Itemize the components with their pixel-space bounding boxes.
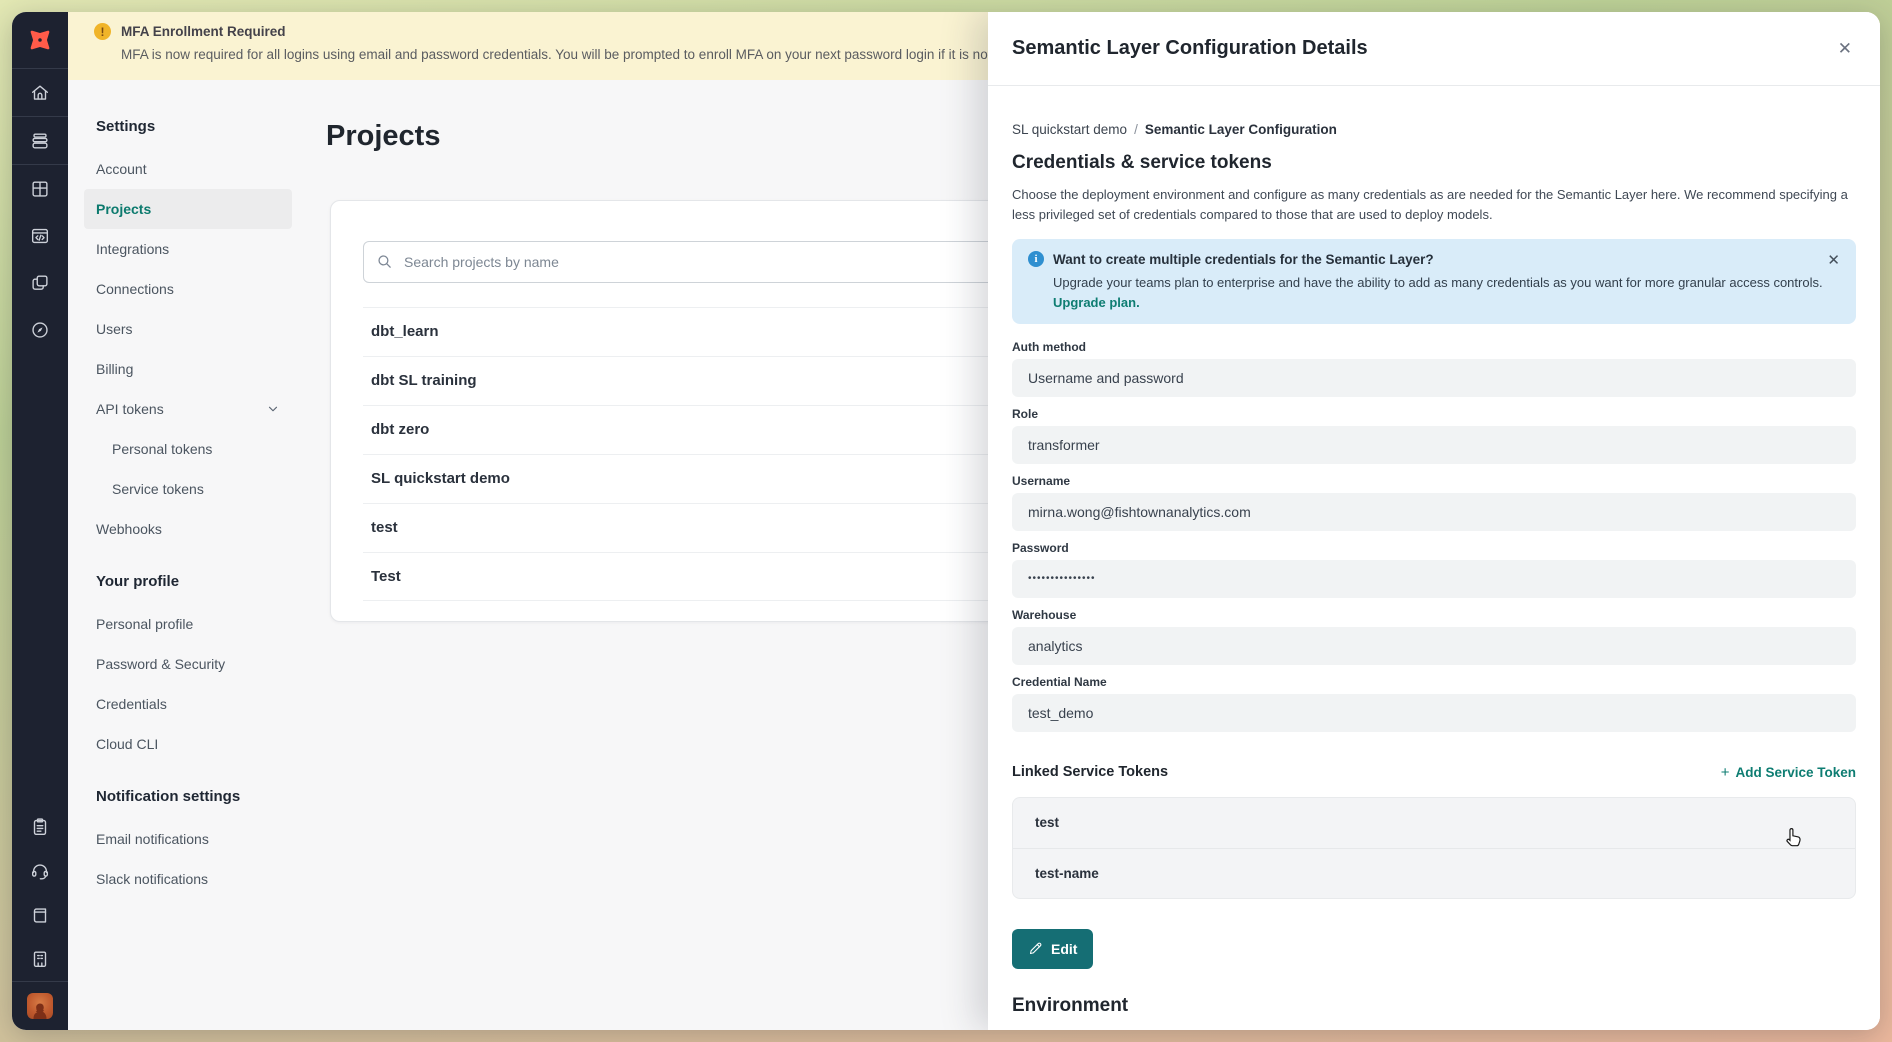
field-label: Username (1012, 474, 1856, 488)
breadcrumb-separator: / (1134, 122, 1138, 137)
auth-method-input[interactable]: Username and password (1012, 359, 1856, 397)
add-service-token-label: Add Service Token (1735, 765, 1856, 780)
home-icon[interactable] (12, 69, 68, 116)
credential-name-input[interactable]: test_demo (1012, 694, 1856, 732)
dbt-logo[interactable] (12, 12, 68, 68)
dbt-logo-icon (26, 26, 54, 54)
panel-header: Semantic Layer Configuration Details ✕ (988, 12, 1880, 86)
semantic-layer-panel: Semantic Layer Configuration Details ✕ S… (988, 12, 1880, 1030)
rail-spacer (12, 353, 68, 805)
dashboard-icon[interactable] (12, 165, 68, 212)
auth-method-field: Auth method Username and password (1012, 340, 1856, 397)
password-field: Password ••••••••••••••• (1012, 541, 1856, 598)
credentials-section-desc: Choose the deployment environment and co… (1012, 185, 1856, 224)
field-label: Auth method (1012, 340, 1856, 354)
nav-item-projects[interactable]: Projects (84, 189, 292, 229)
nav-item-api-tokens[interactable]: API tokens (84, 389, 292, 429)
dbt-cloud-window: ! MFA Enrollment Required MFA is now req… (12, 12, 1880, 1030)
info-banner-title: Want to create multiple credentials for … (1053, 252, 1434, 267)
nav-item-webhooks[interactable]: Webhooks (84, 509, 292, 549)
close-icon[interactable]: ✕ (1834, 36, 1856, 61)
settings-nav-title: Settings (84, 118, 292, 135)
field-label: Warehouse (1012, 608, 1856, 622)
warehouse-input[interactable]: analytics (1012, 627, 1856, 665)
warning-icon: ! (94, 23, 111, 40)
mfa-banner-title: MFA Enrollment Required (121, 24, 286, 39)
mouse-cursor (1783, 826, 1805, 850)
docs-icon[interactable] (12, 259, 68, 306)
nav-item-slack-notifications[interactable]: Slack notifications (84, 859, 292, 899)
plus-icon: + (1721, 764, 1730, 781)
page-title: Projects (326, 120, 440, 153)
profile-nav-title: Your profile (84, 573, 292, 590)
panel-title: Semantic Layer Configuration Details (1012, 37, 1368, 60)
organization-icon[interactable] (12, 937, 68, 981)
nav-item-credentials[interactable]: Credentials (84, 684, 292, 724)
warehouse-field: Warehouse analytics (1012, 608, 1856, 665)
ide-icon[interactable] (12, 212, 68, 259)
explore-icon[interactable] (12, 306, 68, 353)
field-label: Password (1012, 541, 1856, 555)
field-label: Role (1012, 407, 1856, 421)
pencil-icon (1028, 941, 1043, 956)
service-token-row[interactable]: test (1013, 798, 1855, 848)
info-banner-body: Upgrade your teams plan to enterprise an… (1053, 274, 1840, 293)
environment-section-title: Environment (1012, 995, 1856, 1017)
user-menu[interactable] (12, 982, 68, 1030)
add-service-token-button[interactable]: + Add Service Token (1721, 764, 1856, 781)
main-area: ! MFA Enrollment Required MFA is now req… (68, 12, 1880, 1030)
nav-item-personal-profile[interactable]: Personal profile (84, 604, 292, 644)
edit-button[interactable]: Edit (1012, 929, 1093, 969)
search-icon (376, 253, 393, 270)
service-token-row[interactable]: test-name (1013, 848, 1855, 898)
linked-service-tokens-title: Linked Service Tokens (1012, 764, 1168, 780)
username-field: Username mirna.wong@fishtownanalytics.co… (1012, 474, 1856, 531)
nav-item-users[interactable]: Users (84, 309, 292, 349)
upgrade-info-banner: i Want to create multiple credentials fo… (1012, 239, 1856, 324)
avatar (27, 993, 53, 1019)
nav-item-password-security[interactable]: Password & Security (84, 644, 292, 684)
breadcrumb-page: Semantic Layer Configuration (1145, 122, 1337, 137)
panel-body: SL quickstart demo / Semantic Layer Config… (988, 86, 1880, 1030)
desktop-frame: ! MFA Enrollment Required MFA is now req… (0, 0, 1892, 1042)
info-icon: i (1028, 251, 1044, 267)
notifications-nav-title: Notification settings (84, 788, 292, 805)
role-input[interactable]: transformer (1012, 426, 1856, 464)
notebook-icon[interactable] (12, 893, 68, 937)
upgrade-plan-link[interactable]: Upgrade plan. (1053, 295, 1840, 310)
deploy-icon[interactable] (12, 117, 68, 164)
role-field: Role transformer (1012, 407, 1856, 464)
nav-item-api-tokens-label: API tokens (96, 401, 164, 417)
nav-item-cloud-cli[interactable]: Cloud CLI (84, 724, 292, 764)
credential-name-field: Credential Name test_demo (1012, 675, 1856, 732)
support-icon[interactable] (12, 849, 68, 893)
username-input[interactable]: mirna.wong@fishtownanalytics.com (1012, 493, 1856, 531)
breadcrumb: SL quickstart demo / Semantic Layer Config… (1012, 122, 1856, 137)
chevron-down-icon (266, 402, 280, 416)
credentials-section-title: Credentials & service tokens (1012, 152, 1856, 174)
nav-item-connections[interactable]: Connections (84, 269, 292, 309)
password-input[interactable]: ••••••••••••••• (1012, 560, 1856, 598)
nav-item-email-notifications[interactable]: Email notifications (84, 819, 292, 859)
nav-item-integrations[interactable]: Integrations (84, 229, 292, 269)
icon-rail (12, 12, 68, 1030)
tasks-icon[interactable] (12, 805, 68, 849)
nav-item-account[interactable]: Account (84, 149, 292, 189)
nav-item-billing[interactable]: Billing (84, 349, 292, 389)
breadcrumb-project[interactable]: SL quickstart demo (1012, 122, 1127, 137)
settings-nav: Settings Account Projects Integrations C… (84, 118, 292, 899)
nav-item-personal-tokens[interactable]: Personal tokens (84, 429, 292, 469)
edit-button-label: Edit (1051, 941, 1077, 957)
field-label: Credential Name (1012, 675, 1856, 689)
info-close-icon[interactable]: ✕ (1827, 251, 1840, 269)
nav-item-service-tokens[interactable]: Service tokens (84, 469, 292, 509)
service-token-list: test test-name (1012, 797, 1856, 899)
